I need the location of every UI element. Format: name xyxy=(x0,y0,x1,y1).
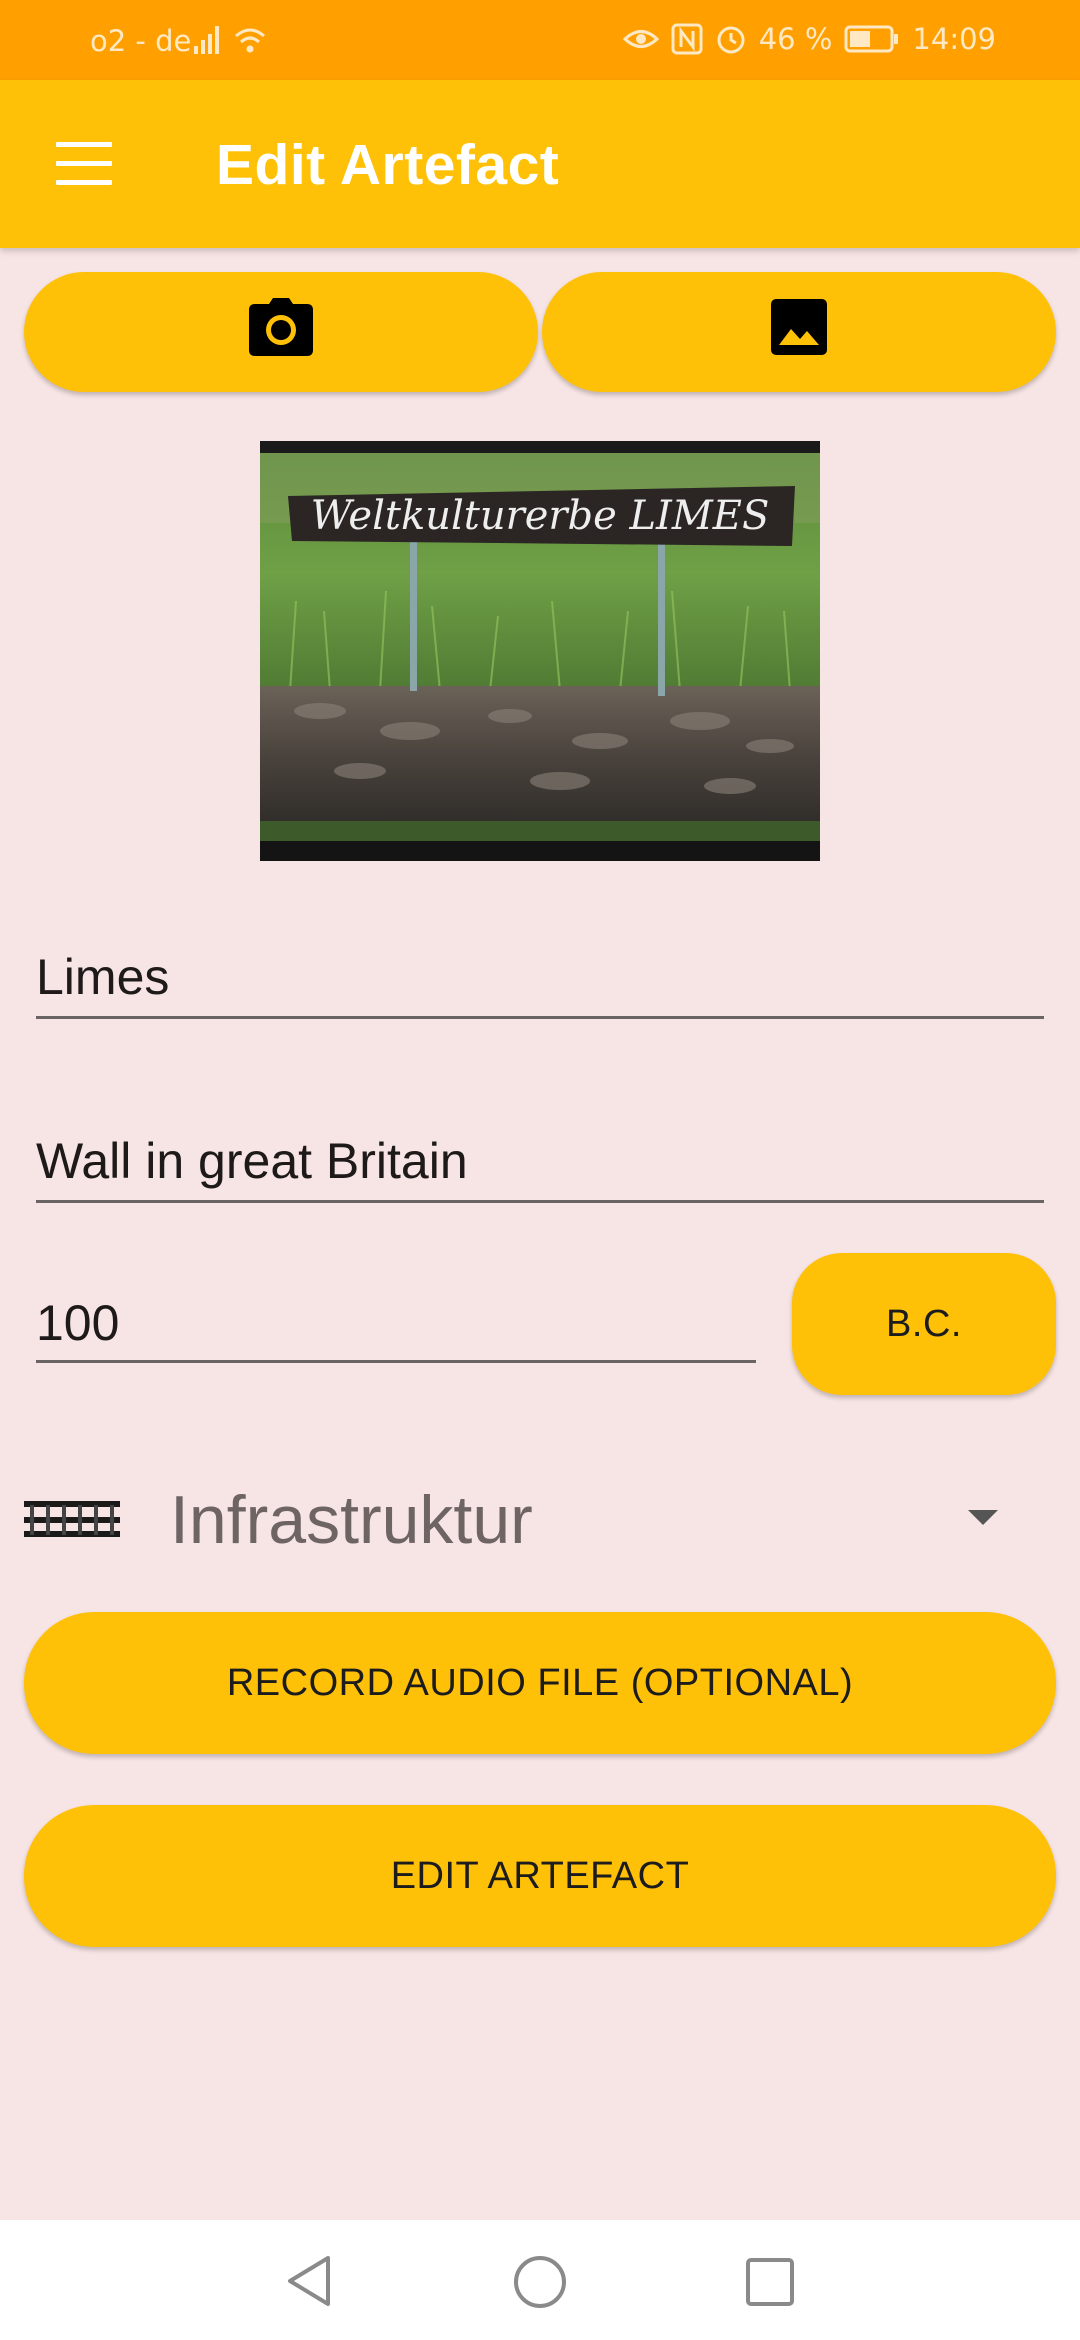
era-label: B.C. xyxy=(886,1302,962,1345)
edit-artefact-label: EDIT ARTEFACT xyxy=(390,1854,690,1897)
dropdown-arrow-icon xyxy=(968,1510,998,1525)
recents-icon[interactable] xyxy=(744,2256,796,2308)
year-field[interactable]: 100 xyxy=(36,1292,756,1372)
clock-time: 14:09 xyxy=(912,22,996,56)
system-nav-bar xyxy=(0,2220,1080,2340)
category-value: Infrastruktur xyxy=(170,1482,533,1558)
alarm-icon xyxy=(715,23,747,55)
gallery-button[interactable] xyxy=(542,272,1056,392)
sign-text: Weltkulturerbe LIMES xyxy=(311,493,770,539)
name-field[interactable]: Limes xyxy=(36,946,1044,1026)
description-field[interactable]: Wall in great Britain xyxy=(36,1130,1044,1210)
battery-icon xyxy=(844,24,900,54)
name-underline xyxy=(36,1016,1044,1019)
gallery-image-icon xyxy=(771,299,827,365)
record-audio-label: RECORD AUDIO FILE (OPTIONAL) xyxy=(226,1661,854,1704)
record-audio-button[interactable]: RECORD AUDIO FILE (OPTIONAL) xyxy=(24,1612,1056,1754)
status-right: 46 % 14:09 xyxy=(622,22,996,56)
year-value: 100 xyxy=(36,1295,120,1351)
carrier-label: o2 - de xyxy=(90,24,192,58)
home-icon[interactable] xyxy=(512,2254,568,2310)
era-toggle-button[interactable]: B.C. xyxy=(792,1253,1056,1395)
year-underline xyxy=(36,1360,756,1363)
page-title: Edit Artefact xyxy=(216,133,560,197)
status-bar: o2 - de 46 % 14:09 xyxy=(0,0,1080,80)
app-bar: Edit Artefact xyxy=(0,80,1080,248)
description-value: Wall in great Britain xyxy=(36,1133,468,1189)
edit-artefact-button[interactable]: EDIT ARTEFACT xyxy=(24,1805,1056,1947)
artefact-photo: Weltkulturerbe LIMES xyxy=(260,441,820,861)
name-value: Limes xyxy=(36,949,170,1005)
description-underline xyxy=(36,1200,1044,1203)
category-dropdown[interactable]: Infrastruktur xyxy=(24,1465,1044,1575)
camera-icon xyxy=(249,298,313,366)
battery-percent: 46 % xyxy=(758,22,833,56)
back-icon[interactable] xyxy=(284,2254,334,2308)
menu-icon[interactable] xyxy=(56,142,112,186)
camera-button[interactable] xyxy=(24,272,538,392)
nfc-icon xyxy=(671,23,703,55)
eye-icon xyxy=(622,24,659,54)
signal-wifi-icons xyxy=(192,22,272,56)
category-icon xyxy=(24,1495,120,1539)
